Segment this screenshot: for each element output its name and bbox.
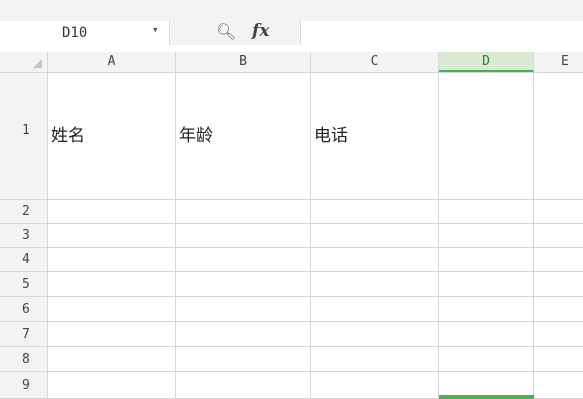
cell-d2[interactable] bbox=[439, 200, 534, 224]
row-header-1[interactable]: 1 bbox=[0, 73, 48, 200]
cell-e6[interactable] bbox=[534, 297, 583, 322]
name-box-value: D10 bbox=[62, 25, 88, 41]
cell-d1[interactable] bbox=[439, 73, 534, 200]
cell-b2[interactable] bbox=[176, 200, 311, 224]
row-number: 3 bbox=[22, 228, 30, 243]
cell-c8[interactable] bbox=[311, 347, 439, 372]
row-header-8[interactable]: 8 bbox=[0, 347, 48, 372]
cell-c9[interactable] bbox=[311, 372, 439, 399]
cell-c6[interactable] bbox=[311, 297, 439, 322]
cell-text: 电话 bbox=[314, 126, 348, 146]
cell-b9[interactable] bbox=[176, 372, 311, 399]
select-all-corner[interactable] bbox=[0, 52, 48, 72]
cell-e5[interactable] bbox=[534, 272, 583, 297]
cell-d5[interactable] bbox=[439, 272, 534, 297]
cell-c5[interactable] bbox=[311, 272, 439, 297]
row-header-9[interactable]: 9 bbox=[0, 372, 48, 399]
cell-a6[interactable] bbox=[48, 297, 176, 322]
cell-c1[interactable]: 电话 bbox=[311, 73, 439, 200]
cell-a7[interactable] bbox=[48, 322, 176, 347]
cell-c4[interactable] bbox=[311, 248, 439, 272]
cell-e1[interactable] bbox=[534, 73, 583, 200]
cell-b5[interactable] bbox=[176, 272, 311, 297]
cell-b4[interactable] bbox=[176, 248, 311, 272]
column-header-e[interactable]: E bbox=[534, 52, 583, 72]
formula-input[interactable] bbox=[300, 21, 583, 45]
cell-b8[interactable] bbox=[176, 347, 311, 372]
column-header-a[interactable]: A bbox=[48, 52, 176, 72]
cell-a5[interactable] bbox=[48, 272, 176, 297]
row-number: 4 bbox=[22, 252, 30, 267]
cell-a9[interactable] bbox=[48, 372, 176, 399]
cell-d6[interactable] bbox=[439, 297, 534, 322]
row-number: 1 bbox=[22, 123, 30, 138]
select-all-triangle-icon bbox=[33, 59, 42, 68]
cell-c7[interactable] bbox=[311, 322, 439, 347]
row-number: 8 bbox=[22, 352, 30, 367]
name-box[interactable]: D10 ▾ bbox=[0, 21, 170, 45]
row-number: 9 bbox=[22, 378, 30, 393]
row-number: 6 bbox=[22, 302, 30, 317]
cell-b3[interactable] bbox=[176, 224, 311, 248]
cell-text: 姓名 bbox=[51, 126, 85, 146]
column-header-d[interactable]: D bbox=[439, 52, 534, 72]
cell-c3[interactable] bbox=[311, 224, 439, 248]
cell-e4[interactable] bbox=[534, 248, 583, 272]
cell-a4[interactable] bbox=[48, 248, 176, 272]
cell-b6[interactable] bbox=[176, 297, 311, 322]
row-header-7[interactable]: 7 bbox=[0, 322, 48, 347]
formula-toolbar: D10 ▾ 🔍︎ fx bbox=[0, 0, 583, 45]
cell-d4[interactable] bbox=[439, 248, 534, 272]
row-header-5[interactable]: 5 bbox=[0, 272, 48, 297]
cell-a2[interactable] bbox=[48, 200, 176, 224]
cell-e3[interactable] bbox=[534, 224, 583, 248]
formula-buttons: 🔍︎ fx bbox=[170, 21, 300, 45]
row-header-6[interactable]: 6 bbox=[0, 297, 48, 322]
insert-function-button[interactable]: fx bbox=[252, 21, 269, 41]
cell-a3[interactable] bbox=[48, 224, 176, 248]
row-header-4[interactable]: 4 bbox=[0, 248, 48, 272]
column-selection-bottom-border bbox=[439, 395, 534, 399]
chevron-down-icon[interactable]: ▾ bbox=[152, 23, 159, 36]
row-number: 5 bbox=[22, 277, 30, 292]
cell-text: 年龄 bbox=[179, 126, 213, 146]
column-header-c[interactable]: C bbox=[311, 52, 439, 72]
cell-d3[interactable] bbox=[439, 224, 534, 248]
row-number: 7 bbox=[22, 327, 30, 342]
cell-a1[interactable]: 姓名 bbox=[48, 73, 176, 200]
row-header-2[interactable]: 2 bbox=[0, 200, 48, 224]
cell-e9[interactable] bbox=[534, 372, 583, 399]
cell-d8[interactable] bbox=[439, 347, 534, 372]
column-header-row: A B C D E bbox=[0, 52, 583, 73]
cell-c2[interactable] bbox=[311, 200, 439, 224]
row-header-3[interactable]: 3 bbox=[0, 224, 48, 248]
cell-b1[interactable]: 年龄 bbox=[176, 73, 311, 200]
cell-e8[interactable] bbox=[534, 347, 583, 372]
cell-a8[interactable] bbox=[48, 347, 176, 372]
cell-e7[interactable] bbox=[534, 322, 583, 347]
row-number: 2 bbox=[22, 204, 30, 219]
cell-e2[interactable] bbox=[534, 200, 583, 224]
cell-d7[interactable] bbox=[439, 322, 534, 347]
column-header-b[interactable]: B bbox=[176, 52, 311, 72]
zoom-search-icon[interactable]: 🔍︎ bbox=[216, 22, 236, 41]
cell-b7[interactable] bbox=[176, 322, 311, 347]
